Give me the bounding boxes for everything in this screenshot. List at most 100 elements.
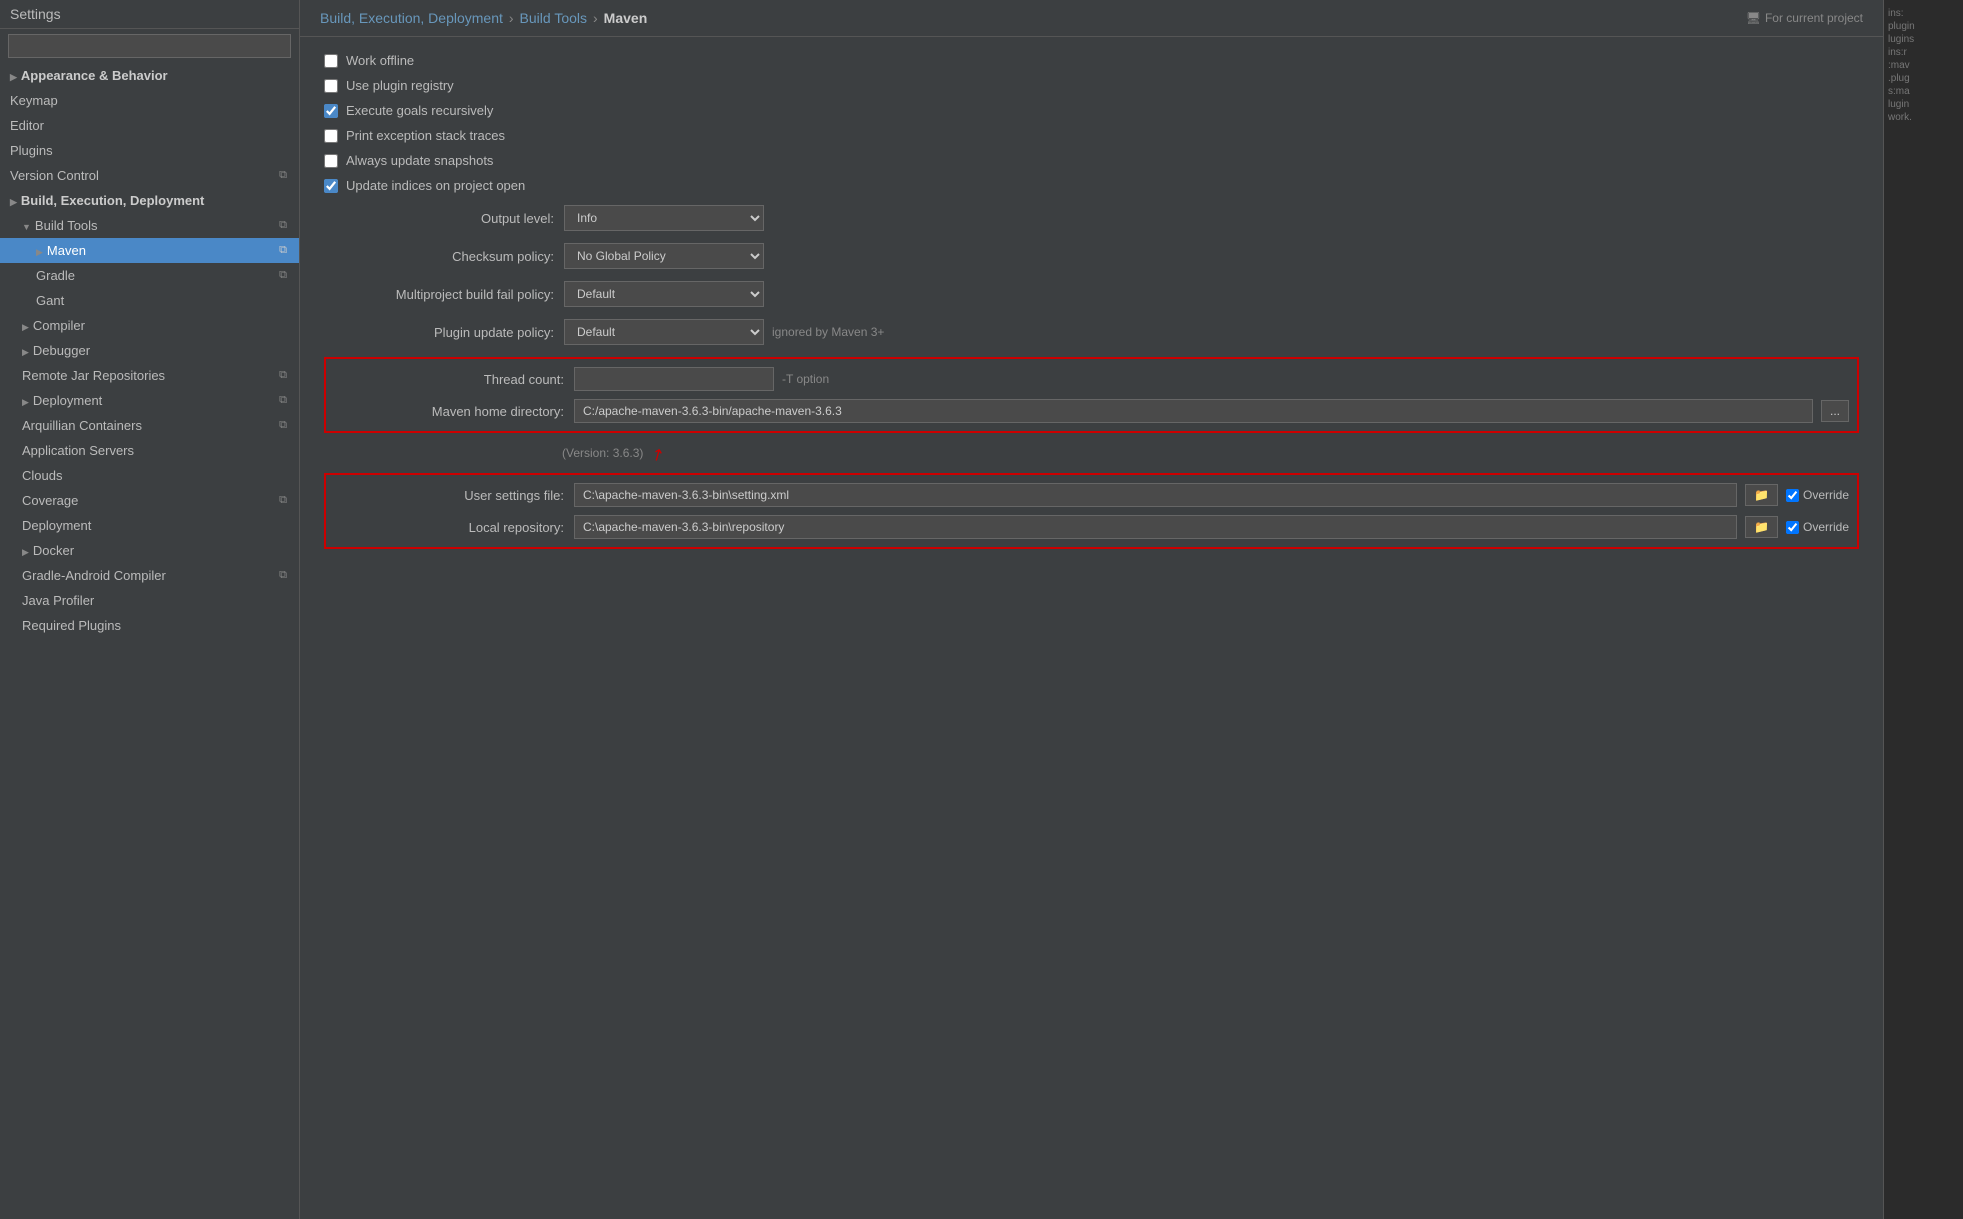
sidebar-search-input[interactable] <box>8 34 291 58</box>
sidebar-item-clouds[interactable]: Clouds <box>0 463 299 488</box>
settings-title: Settings <box>0 0 299 29</box>
maven-home-row: Maven home directory: ... <box>334 399 1849 423</box>
maven-home-input[interactable] <box>574 399 1813 423</box>
output-level-select[interactable]: Info Debug Warning Error <box>564 205 764 231</box>
plugin-update-select[interactable]: Default Always Never Interval <box>564 319 764 345</box>
output-level-row: Output level: Info Debug Warning Error <box>324 205 1859 231</box>
user-settings-override-label: Override <box>1803 488 1849 502</box>
maven-home-label: Maven home directory: <box>334 404 564 419</box>
copy-icon: ⧉ <box>279 169 287 182</box>
log-line-3: ins:r <box>1888 47 1959 58</box>
sidebar-item-plugins[interactable]: Plugins <box>0 138 299 163</box>
copy-icon-arquillian: ⧉ <box>279 419 287 432</box>
sidebar-item-gant[interactable]: Gant <box>0 288 299 313</box>
plugin-update-control: Default Always Never Interval ignored by… <box>564 319 1859 345</box>
thread-count-label: Thread count: <box>334 372 564 387</box>
checkbox-always-update: Always update snapshots <box>324 153 1859 168</box>
log-line-5: .plug <box>1888 73 1959 84</box>
thread-count-control: -T option <box>574 367 1849 391</box>
sidebar-item-deployment2[interactable]: Deployment <box>0 513 299 538</box>
local-repo-input[interactable] <box>574 515 1737 539</box>
user-settings-browse-btn[interactable]: 📁 <box>1745 484 1778 506</box>
sidebar-item-coverage[interactable]: Coverage ⧉ <box>0 488 299 513</box>
user-settings-row: User settings file: 📁 Override <box>334 483 1849 507</box>
sidebar-item-build-tools[interactable]: Build Tools ⧉ <box>0 213 299 238</box>
sidebar-item-debugger[interactable]: Debugger <box>0 338 299 363</box>
plugin-registry-label: Use plugin registry <box>346 78 454 93</box>
for-project-label: 🖥 For current project <box>1746 11 1863 25</box>
sidebar-item-java-profiler[interactable]: Java Profiler <box>0 588 299 613</box>
local-repo-override-checkbox[interactable] <box>1786 521 1799 534</box>
multiproject-policy-control: Default Fail at End Never Fail <box>564 281 1859 307</box>
breadcrumb-build-tools[interactable]: Build Tools <box>520 10 587 26</box>
sidebar-item-gradle[interactable]: Gradle ⧉ <box>0 263 299 288</box>
breadcrumb-maven: Maven <box>604 10 648 26</box>
work-offline-checkbox[interactable] <box>324 54 338 68</box>
log-line-8: work. <box>1888 112 1959 123</box>
checksum-policy-row: Checksum policy: No Global Policy Fail W… <box>324 243 1859 269</box>
local-repo-override: Override <box>1786 520 1849 534</box>
print-exception-checkbox[interactable] <box>324 129 338 143</box>
thread-maven-highlight-box: Thread count: -T option Maven home direc… <box>324 357 1859 433</box>
sidebar-item-editor[interactable]: Editor <box>0 113 299 138</box>
sidebar-item-deployment[interactable]: Deployment ⧉ <box>0 388 299 413</box>
thread-count-input[interactable] <box>574 367 774 391</box>
checksum-policy-select[interactable]: No Global Policy Fail Warn Ignore <box>564 243 764 269</box>
plugin-update-label: Plugin update policy: <box>324 325 554 340</box>
execute-goals-label: Execute goals recursively <box>346 103 493 118</box>
sidebar-item-remote-jar[interactable]: Remote Jar Repositories ⧉ <box>0 363 299 388</box>
always-update-label: Always update snapshots <box>346 153 493 168</box>
local-repo-control: 📁 Override <box>574 515 1849 539</box>
sidebar-item-keymap[interactable]: Keymap <box>0 88 299 113</box>
sidebar-item-app-servers[interactable]: Application Servers <box>0 438 299 463</box>
output-level-control: Info Debug Warning Error <box>564 205 1859 231</box>
user-settings-label: User settings file: <box>334 488 564 503</box>
breadcrumb-sep2: › <box>593 10 598 26</box>
user-settings-input[interactable] <box>574 483 1737 507</box>
work-offline-label: Work offline <box>346 53 414 68</box>
sidebar-item-maven[interactable]: Maven ⧉ <box>0 238 299 263</box>
local-repo-row: Local repository: 📁 Override <box>334 515 1849 539</box>
plugin-registry-checkbox[interactable] <box>324 79 338 93</box>
log-line-2: lugins <box>1888 34 1959 45</box>
plugin-update-suffix: ignored by Maven 3+ <box>772 325 884 339</box>
execute-goals-checkbox[interactable] <box>324 104 338 118</box>
maven-home-browse-btn[interactable]: ... <box>1821 400 1849 422</box>
local-repo-browse-btn[interactable]: 📁 <box>1745 516 1778 538</box>
sidebar-item-build-exec-deploy[interactable]: Build, Execution, Deployment <box>0 188 299 213</box>
log-panel: ins: plugin lugins ins:r :mav .plug s:ma… <box>1884 0 1963 131</box>
arrow-annotation: ↗ <box>647 443 669 467</box>
multiproject-policy-label: Multiproject build fail policy: <box>324 287 554 302</box>
maven-home-control: ... <box>574 399 1849 423</box>
breadcrumb-build-exec[interactable]: Build, Execution, Deployment <box>320 10 503 26</box>
main-content: Build, Execution, Deployment › Build Too… <box>300 0 1883 1219</box>
always-update-checkbox[interactable] <box>324 154 338 168</box>
checksum-policy-control: No Global Policy Fail Warn Ignore <box>564 243 1859 269</box>
sidebar-item-appearance[interactable]: Appearance & Behavior <box>0 63 299 88</box>
checkbox-update-indices: Update indices on project open <box>324 178 1859 193</box>
copy-icon-remote-jar: ⧉ <box>279 369 287 382</box>
output-level-label: Output level: <box>324 211 554 226</box>
user-local-highlight-box: User settings file: 📁 Override Local rep… <box>324 473 1859 549</box>
thread-count-suffix: -T option <box>782 372 829 386</box>
copy-icon-coverage: ⧉ <box>279 494 287 507</box>
user-settings-override-checkbox[interactable] <box>1786 489 1799 502</box>
sidebar-item-gradle-android[interactable]: Gradle-Android Compiler ⧉ <box>0 563 299 588</box>
settings-sidebar: Settings Appearance & Behavior Keymap Ed… <box>0 0 300 1219</box>
maven-version-note: (Version: 3.6.3) <box>562 446 643 460</box>
version-arrow-row: (Version: 3.6.3) ↗ <box>562 445 1859 465</box>
sidebar-item-required-plugins[interactable]: Required Plugins <box>0 613 299 638</box>
copy-icon-build-tools: ⧉ <box>279 219 287 232</box>
sidebar-item-compiler[interactable]: Compiler <box>0 313 299 338</box>
log-line-4: :mav <box>1888 60 1959 71</box>
right-panel: ins: plugin lugins ins:r :mav .plug s:ma… <box>1883 0 1963 1219</box>
sidebar-item-arquillian[interactable]: Arquillian Containers ⧉ <box>0 413 299 438</box>
sidebar-item-version-control[interactable]: Version Control ⧉ <box>0 163 299 188</box>
multiproject-policy-row: Multiproject build fail policy: Default … <box>324 281 1859 307</box>
update-indices-checkbox[interactable] <box>324 179 338 193</box>
log-line-1: plugin <box>1888 21 1959 32</box>
log-line-7: lugin <box>1888 99 1959 110</box>
local-repo-label: Local repository: <box>334 520 564 535</box>
multiproject-policy-select[interactable]: Default Fail at End Never Fail <box>564 281 764 307</box>
sidebar-item-docker[interactable]: Docker <box>0 538 299 563</box>
